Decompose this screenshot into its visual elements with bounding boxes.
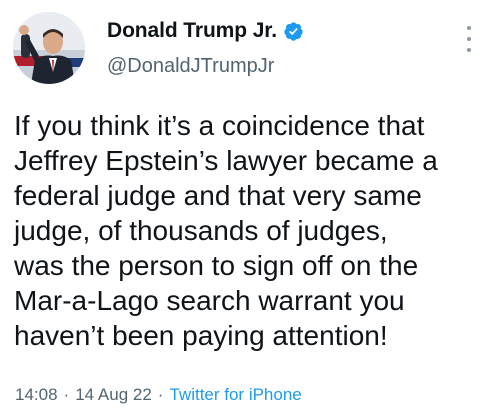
meta-separator: · <box>157 385 164 404</box>
tweet-time[interactable]: 14:08 <box>15 385 58 405</box>
more-dot <box>467 37 471 41</box>
author-name-row: Donald Trump Jr. <box>107 17 304 45</box>
tweet-text-line: If you think it’s a coincidence that <box>14 110 425 141</box>
tweet-text-line: federal judge and that very same <box>14 180 422 211</box>
tweet-text-line: haven’t been paying attention! <box>14 320 388 351</box>
tweet-source-link[interactable]: Twitter for iPhone <box>169 385 301 405</box>
tweet-text-line: Mar-a-Lago search warrant you <box>14 285 405 316</box>
tweet-text-line: was the person to sign off on the <box>14 250 419 281</box>
tweet-text-line: Jeffrey Epstein’s lawyer became a <box>14 145 438 176</box>
author-display-name[interactable]: Donald Trump Jr. <box>107 19 277 43</box>
meta-separator: · <box>63 385 70 404</box>
avatar-photo-icon <box>13 12 85 84</box>
author-handle[interactable]: @DonaldJTrumpJr <box>107 55 274 78</box>
tweet-meta: 14:08 · 14 Aug 22 · Twitter for iPhone <box>15 385 302 405</box>
more-dot <box>467 26 471 30</box>
author-avatar[interactable] <box>13 12 85 84</box>
tweet-date[interactable]: 14 Aug 22 <box>75 385 152 405</box>
more-options-icon[interactable] <box>462 24 476 54</box>
tweet-card: Donald Trump Jr. @DonaldJTrumpJr If you … <box>0 0 500 415</box>
tweet-text-line: judge, of thousands of judges, <box>14 215 388 246</box>
more-dot <box>467 48 471 52</box>
tweet-text: If you think it’s a coincidence that Jef… <box>14 108 492 353</box>
verified-badge-icon <box>283 21 304 42</box>
